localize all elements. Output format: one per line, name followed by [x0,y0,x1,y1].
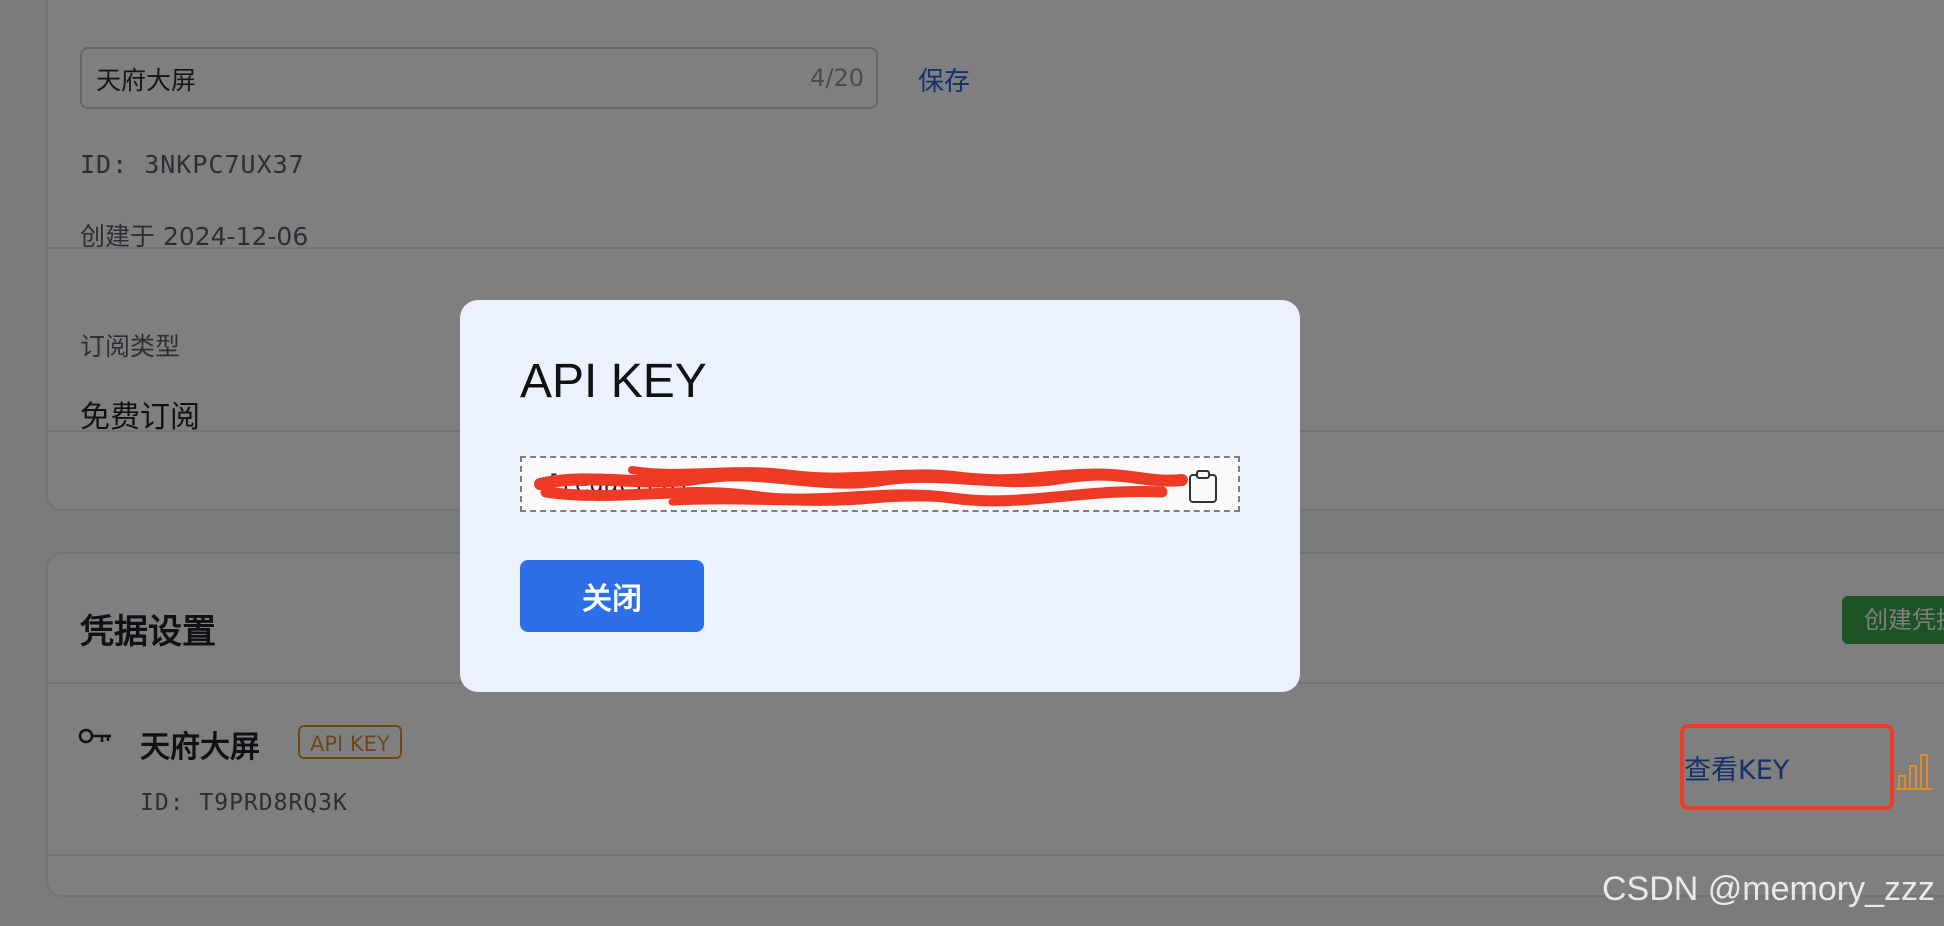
api-key-dialog: API KEY [redacted] 关闭 [460,300,1300,692]
watermark: CSDN @memory_zzz [1602,870,1935,908]
dialog-title: API KEY [520,355,707,408]
redaction-scribble [534,466,1188,507]
close-button[interactable]: 关闭 [520,560,704,632]
api-key-field[interactable]: [redacted] [520,456,1240,512]
bar-chart-icon[interactable] [1896,752,1932,790]
clipboard-icon[interactable] [1188,470,1218,504]
